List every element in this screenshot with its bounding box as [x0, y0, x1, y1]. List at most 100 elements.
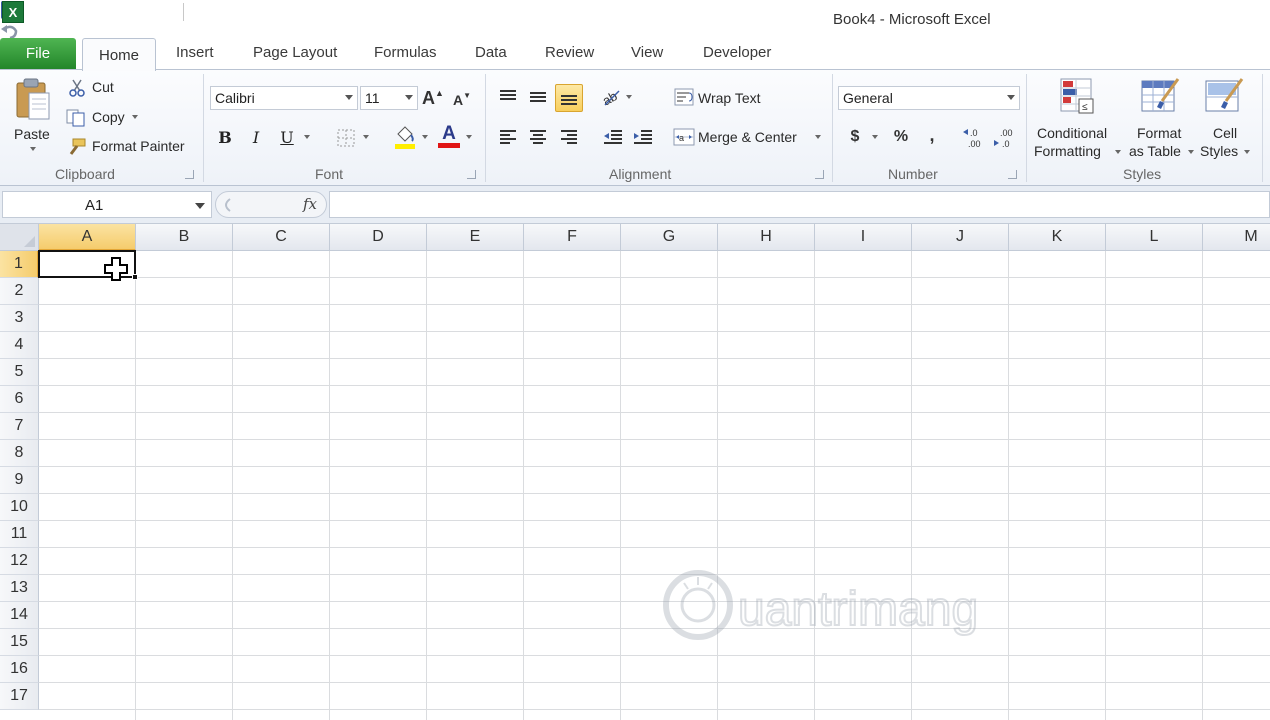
- column-header-j[interactable]: J: [912, 224, 1009, 251]
- tab-review[interactable]: Review: [545, 44, 594, 61]
- wrap-text-button[interactable]: Wrap Text: [698, 90, 761, 106]
- conditional-formatting-dropdown-icon[interactable]: [1114, 149, 1122, 155]
- row-header-11[interactable]: 11: [0, 521, 39, 548]
- format-painter-icon[interactable]: [66, 137, 88, 157]
- format-as-table-icon[interactable]: [1139, 76, 1181, 116]
- column-header-k[interactable]: K: [1009, 224, 1106, 251]
- orientation-icon[interactable]: ab: [600, 86, 624, 108]
- fill-color-dropdown-icon[interactable]: [421, 134, 429, 140]
- format-as-table-label-1[interactable]: Format: [1137, 125, 1181, 141]
- shrink-font-icon[interactable]: A ▼: [453, 90, 471, 110]
- orientation-dropdown-icon[interactable]: [625, 94, 633, 100]
- tab-insert[interactable]: Insert: [176, 44, 214, 61]
- row-header-1[interactable]: 1: [0, 251, 39, 278]
- merge-center-icon[interactable]: a: [672, 126, 696, 148]
- font-size-select[interactable]: 11: [360, 86, 418, 110]
- column-header-l[interactable]: L: [1106, 224, 1203, 251]
- align-bottom-icon[interactable]: [555, 84, 583, 112]
- column-header-d[interactable]: D: [330, 224, 427, 251]
- borders-icon[interactable]: [336, 128, 356, 148]
- row-header-3[interactable]: 3: [0, 305, 39, 332]
- column-header-f[interactable]: F: [524, 224, 621, 251]
- font-color-dropdown-icon[interactable]: [465, 134, 473, 140]
- worksheet-grid[interactable]: A B C D E F G H I J K L M 1 2 3 4 5 6 7 8 9 10 11 12 13 14 15 16 17: [0, 224, 1270, 720]
- name-box-dropdown-icon[interactable]: [195, 203, 205, 209]
- currency-button[interactable]: $: [845, 126, 865, 148]
- align-top-icon[interactable]: [496, 86, 520, 108]
- column-header-c[interactable]: C: [233, 224, 330, 251]
- cut-icon[interactable]: [67, 78, 87, 98]
- row-header-4[interactable]: 4: [0, 332, 39, 359]
- percent-button[interactable]: %: [890, 126, 912, 148]
- column-header-e[interactable]: E: [427, 224, 524, 251]
- row-header-12[interactable]: 12: [0, 548, 39, 575]
- insert-function-icon[interactable]: fx: [303, 195, 317, 213]
- number-format-select[interactable]: General: [838, 86, 1020, 110]
- number-dialog-launcher-icon[interactable]: [1008, 170, 1017, 179]
- comma-button[interactable]: ,: [922, 124, 942, 146]
- clipboard-dialog-launcher-icon[interactable]: [185, 170, 194, 179]
- row-header-7[interactable]: 7: [0, 413, 39, 440]
- currency-dropdown-icon[interactable]: [871, 134, 879, 140]
- column-header-b[interactable]: B: [136, 224, 233, 251]
- cell-styles-label-1[interactable]: Cell: [1213, 125, 1237, 141]
- conditional-formatting-label-2[interactable]: Formatting: [1034, 143, 1101, 159]
- increase-decimal-icon[interactable]: .0.00: [962, 126, 988, 150]
- tab-formulas[interactable]: Formulas: [374, 44, 437, 61]
- merge-center-dropdown-icon[interactable]: [814, 134, 822, 140]
- row-header-9[interactable]: 9: [0, 467, 39, 494]
- column-header-g[interactable]: G: [621, 224, 718, 251]
- cell-styles-icon[interactable]: [1203, 76, 1245, 116]
- row-header-15[interactable]: 15: [0, 629, 39, 656]
- tab-data[interactable]: Data: [475, 44, 507, 61]
- formula-input[interactable]: [329, 191, 1270, 218]
- font-dialog-launcher-icon[interactable]: [467, 170, 476, 179]
- copy-icon[interactable]: [65, 108, 87, 128]
- underline-button[interactable]: U: [276, 125, 298, 149]
- borders-dropdown-icon[interactable]: [362, 134, 370, 140]
- paste-dropdown-icon[interactable]: [28, 146, 38, 152]
- grow-font-icon[interactable]: A ▲: [422, 86, 444, 110]
- row-header-5[interactable]: 5: [0, 359, 39, 386]
- align-left-icon[interactable]: [496, 126, 520, 148]
- format-as-table-label-2[interactable]: as Table: [1129, 143, 1181, 159]
- tab-developer[interactable]: Developer: [703, 44, 771, 61]
- paste-label[interactable]: Paste: [14, 126, 50, 142]
- align-right-icon[interactable]: [557, 126, 581, 148]
- column-header-m[interactable]: M: [1203, 224, 1270, 251]
- column-header-h[interactable]: H: [718, 224, 815, 251]
- conditional-formatting-label-1[interactable]: Conditional: [1037, 125, 1107, 141]
- tab-view[interactable]: View: [631, 44, 663, 61]
- row-header-2[interactable]: 2: [0, 278, 39, 305]
- align-center-icon[interactable]: [526, 126, 550, 148]
- fill-color-icon[interactable]: [394, 124, 416, 150]
- decrease-decimal-icon[interactable]: .00.0: [992, 126, 1018, 150]
- wrap-text-icon[interactable]: [672, 86, 696, 108]
- font-color-icon[interactable]: A: [437, 122, 461, 150]
- underline-dropdown-icon[interactable]: [303, 134, 311, 140]
- cell-styles-dropdown-icon[interactable]: [1243, 149, 1251, 155]
- fill-handle[interactable]: [132, 274, 138, 280]
- copy-button[interactable]: Copy: [92, 109, 125, 125]
- row-header-16[interactable]: 16: [0, 656, 39, 683]
- copy-dropdown-icon[interactable]: [131, 114, 139, 120]
- select-all-corner[interactable]: [0, 224, 39, 251]
- cut-button[interactable]: Cut: [92, 79, 114, 95]
- font-name-select[interactable]: Calibri: [210, 86, 358, 110]
- paste-icon[interactable]: [12, 76, 54, 122]
- merge-center-button[interactable]: Merge & Center: [698, 129, 797, 145]
- italic-button[interactable]: I: [245, 125, 267, 149]
- align-middle-icon[interactable]: [526, 86, 550, 108]
- increase-indent-icon[interactable]: [631, 126, 655, 148]
- column-header-i[interactable]: I: [815, 224, 912, 251]
- row-header-8[interactable]: 8: [0, 440, 39, 467]
- row-header-6[interactable]: 6: [0, 386, 39, 413]
- format-painter-button[interactable]: Format Painter: [92, 138, 185, 154]
- row-header-14[interactable]: 14: [0, 602, 39, 629]
- row-header-17[interactable]: 17: [0, 683, 39, 710]
- tab-page-layout[interactable]: Page Layout: [253, 44, 337, 61]
- alignment-dialog-launcher-icon[interactable]: [815, 170, 824, 179]
- tab-home[interactable]: Home: [82, 38, 156, 71]
- row-header-13[interactable]: 13: [0, 575, 39, 602]
- format-as-table-dropdown-icon[interactable]: [1187, 149, 1195, 155]
